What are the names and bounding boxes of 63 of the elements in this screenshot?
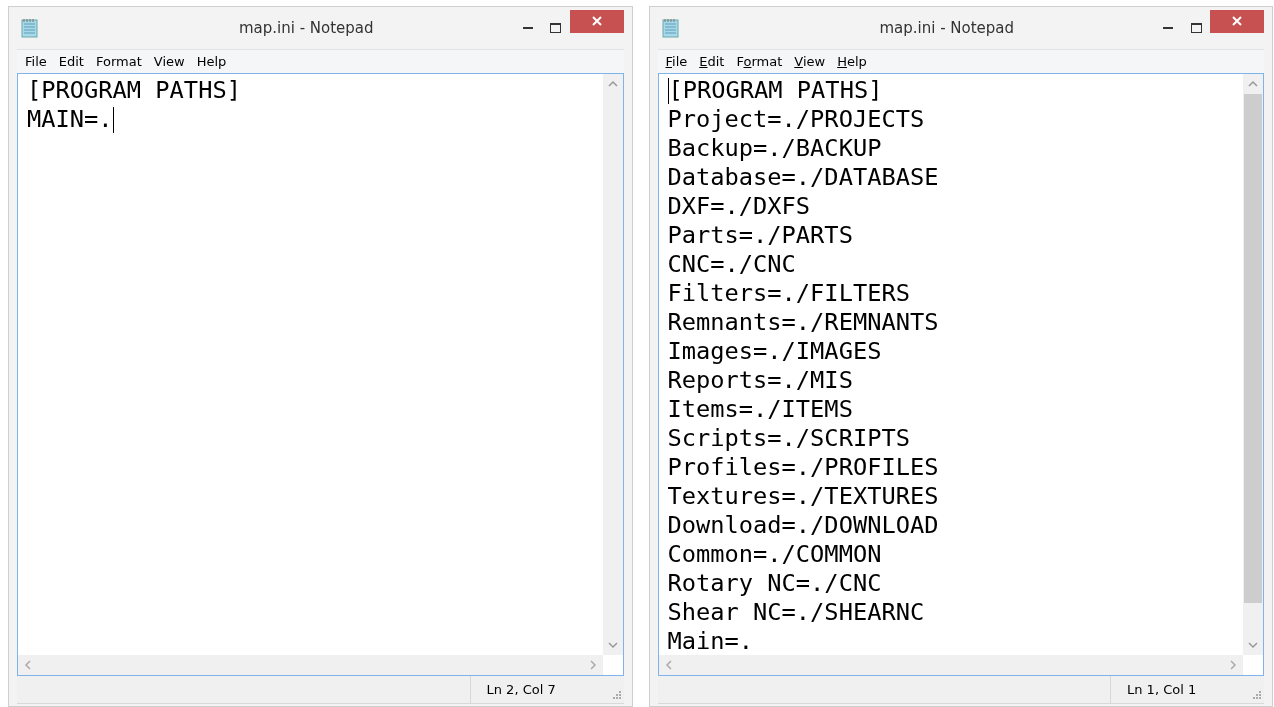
maximize-icon <box>1190 23 1202 33</box>
text-line: Images=./IMAGES <box>667 337 882 366</box>
text-line: Parts=./PARTS <box>667 221 853 250</box>
scroll-right-icon <box>1229 660 1237 670</box>
text-line: CNC=./CNC <box>667 250 796 279</box>
text-line: [PROGRAM PATHS] <box>668 76 883 105</box>
horizontal-scrollbar[interactable] <box>18 655 603 675</box>
scroll-left-icon <box>664 660 673 670</box>
close-button[interactable] <box>1210 9 1264 33</box>
text-line: Remnants=./REMNANTS <box>667 308 939 337</box>
menu-item[interactable]: Format <box>89 51 148 72</box>
text-line: Profiles=./PROFILES <box>667 453 939 482</box>
text-line: Shear NC=./SHEARNC <box>667 598 925 627</box>
cursor-position: Ln 2, Col 7 <box>486 680 556 699</box>
menu-item[interactable]: Edit <box>693 51 731 72</box>
menu-item[interactable]: File <box>19 51 53 72</box>
cursor-position: Ln 1, Col 1 <box>1127 680 1197 699</box>
text-line: DXF=./DXFS <box>667 192 811 221</box>
menu-item[interactable]: View <box>788 51 832 72</box>
close-icon <box>591 16 602 26</box>
vertical-scrollbar[interactable] <box>1243 74 1263 655</box>
close-icon <box>1232 16 1242 26</box>
text-line: Rotary NC=./CNC <box>667 569 882 598</box>
minimize-icon <box>522 26 533 30</box>
scroll-right-icon <box>588 660 597 670</box>
text-line: Database=./DATABASE <box>667 163 939 192</box>
menu-item[interactable]: Help <box>190 51 233 72</box>
menu-item[interactable]: Help <box>831 51 873 72</box>
window-title: map.ini - Notepad <box>879 17 1015 39</box>
horizontal-scrollbar[interactable] <box>658 655 1243 675</box>
scroll-down-icon <box>607 641 618 649</box>
notepad-icon <box>21 18 39 38</box>
menu-item[interactable]: View <box>147 51 191 72</box>
menu-item[interactable]: Format <box>730 51 789 72</box>
maximize-icon <box>550 23 561 33</box>
scroll-thumb[interactable] <box>1244 94 1262 603</box>
scroll-up-icon <box>1248 80 1258 88</box>
vertical-scrollbar[interactable] <box>602 74 623 655</box>
text-line: Project=./PROJECTS <box>667 105 925 134</box>
menu-item[interactable]: Edit <box>52 51 90 72</box>
text-line: Download=./DOWNLOAD <box>667 511 939 540</box>
text-line: Common=./COMMON <box>667 540 882 569</box>
text-line: Textures=./TEXTURES <box>667 482 939 511</box>
text-line: Reports=./MIS <box>667 366 853 395</box>
scroll-up-icon <box>607 80 618 88</box>
resize-grip-icon[interactable] <box>611 690 622 700</box>
menu-item[interactable]: File <box>659 51 694 72</box>
text-line: Items=./ITEMS <box>667 395 853 424</box>
text-line: Scripts=./SCRIPTS <box>667 424 910 453</box>
scroll-left-icon <box>24 660 32 670</box>
text-line: Backup=./BACKUP <box>667 134 882 163</box>
text-line: MAIN=. <box>27 105 113 134</box>
minimize-icon <box>1163 26 1173 30</box>
text-area[interactable] <box>657 73 1264 676</box>
text-line: Main=. <box>667 627 754 655</box>
resize-grip-icon[interactable] <box>1252 690 1262 700</box>
notepad-icon <box>661 18 680 38</box>
scroll-down-icon <box>1248 641 1258 649</box>
text-area[interactable]: [PROGRAM PATHS] MAIN=. <box>17 73 624 676</box>
close-button[interactable] <box>569 9 624 33</box>
window-title: map.ini - Notepad <box>238 17 374 39</box>
text-line: Filters=./FILTERS <box>667 279 910 308</box>
text-line: [PROGRAM PATHS] <box>27 76 241 105</box>
